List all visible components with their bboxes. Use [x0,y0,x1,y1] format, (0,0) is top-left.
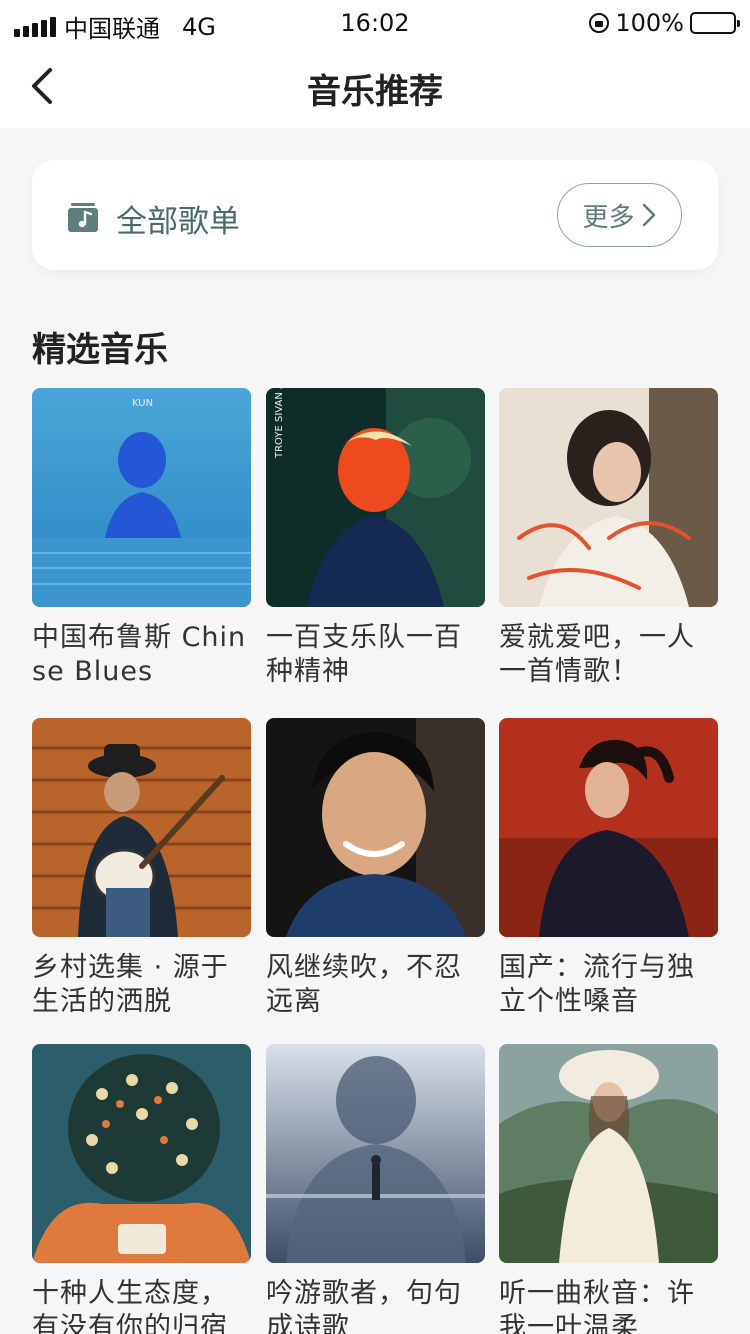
playlist-title: 十种人生态度，有没有你的归宿 [32,1278,228,1334]
playlist-title: 风继续吹，不忍远离 [266,952,462,1017]
playlist-card[interactable]: 吟游歌者，句句成诗歌 [266,1044,485,1334]
playlist-card[interactable]: 乡村选集 · 源于生活的洒脱 [32,718,251,1019]
playlist-card[interactable]: 国产：流行与独立个性嗓音 [499,718,718,1019]
cover-image [266,718,485,937]
playlist-card[interactable]: 十种人生态度，有没有你的归宿 [32,1044,251,1334]
cover-logo-text: TROYE SIVAN ANIMAL [274,388,285,459]
cover-image [266,1044,485,1263]
status-bar: 中国联通 4G 16:02 100% [0,0,750,44]
playlist-card[interactable]: 听一曲秋音：许我一叶温柔 [499,1044,718,1334]
cover-logo-text: KUN [132,398,153,409]
playlist-title: 吟游歌者，句句成诗歌 [266,1278,462,1334]
cover-image [499,718,718,937]
rotation-lock-icon [589,13,610,33]
music-folder-icon [68,203,98,232]
cover-image [499,1044,718,1263]
cover-image [32,1044,251,1263]
cover-image: TROYE SIVAN ANIMAL [266,388,485,607]
playlist-title: 爱就爱吧，一人一首情歌！ [499,622,695,687]
playlist-title: 中国布鲁斯 Chinse Blues [32,622,247,687]
all-playlist-card[interactable]: 全部歌单 更多 [32,160,718,270]
more-label: 更多 [582,202,635,233]
playlist-card[interactable]: 爱就爱吧，一人一首情歌！ [499,388,718,689]
page-title: 音乐推荐 [307,72,443,112]
battery-icon [690,12,740,34]
playlist-title: 乡村选集 · 源于生活的洒脱 [32,952,229,1017]
battery-percent: 100% [615,9,684,37]
playlist-card[interactable]: KUN 中国布鲁斯 Chinse Blues [32,388,251,689]
section-title: 精选音乐 [32,330,168,370]
more-button[interactable]: 更多 [557,183,682,247]
cover-image [499,388,718,607]
all-playlist-label: 全部歌单 [116,204,240,240]
nav-bar: 音乐推荐 [0,44,750,128]
status-right: 100% [589,9,740,37]
playlist-card[interactable]: 风继续吹，不忍远离 [266,718,485,1019]
cover-image: KUN [32,388,251,607]
chevron-right-icon [642,203,655,227]
playlist-title: 国产：流行与独立个性嗓音 [499,952,695,1017]
playlist-title: 听一曲秋音：许我一叶温柔 [499,1278,695,1334]
playlist-title: 一百支乐队一百种精神 [266,622,462,687]
playlist-card[interactable]: TROYE SIVAN ANIMAL 一百支乐队一百种精神 [266,388,485,689]
cover-image [32,718,251,937]
